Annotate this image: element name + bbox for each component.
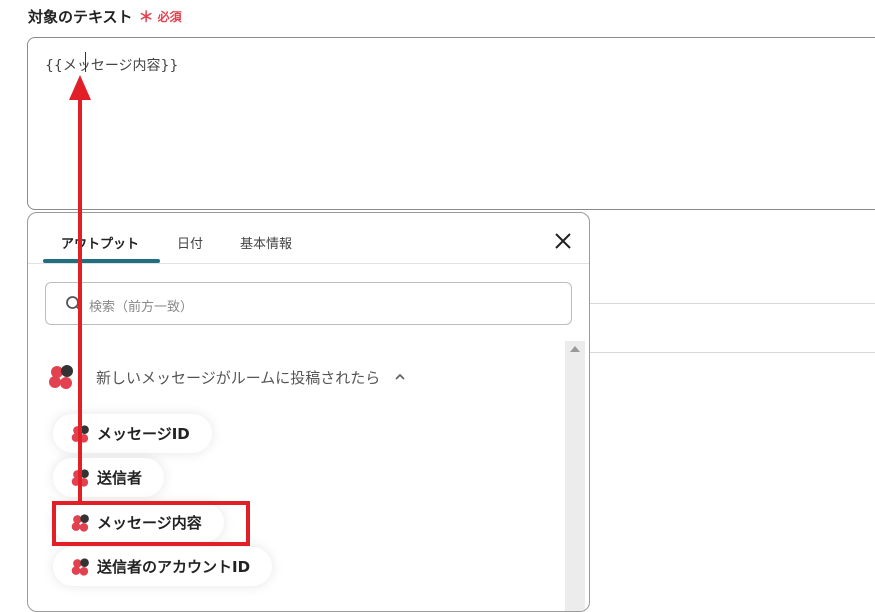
output-item-message-id[interactable]: メッセージID	[53, 414, 212, 453]
background-divider	[590, 352, 875, 353]
scroll-up-arrow-icon[interactable]	[570, 346, 580, 352]
search-placeholder: 検索（前方一致）	[89, 300, 194, 315]
scrollbar[interactable]	[565, 341, 585, 611]
required-text: 必須	[157, 10, 182, 24]
tab-date[interactable]: 日付	[177, 233, 203, 252]
search-input[interactable]: 検索（前方一致）	[45, 282, 572, 325]
required-mark: ＊	[138, 8, 154, 26]
field-label: 対象のテキスト ＊ 必須	[28, 6, 182, 27]
close-icon[interactable]	[554, 232, 572, 250]
output-item-sender-account-id[interactable]: 送信者のアカウントID	[53, 547, 273, 586]
tab-basic-info[interactable]: 基本情報	[240, 233, 292, 252]
target-text-value[interactable]: {{メッセージ内容}}	[45, 55, 178, 75]
chatwork-logo-icon	[71, 468, 89, 487]
background-divider	[590, 303, 875, 304]
output-group-title: 新しいメッセージがルームに投稿されたら	[96, 368, 381, 387]
chevron-up-icon[interactable]	[394, 371, 406, 383]
chatwork-logo-icon	[71, 424, 89, 443]
field-label-text: 対象のテキスト	[28, 8, 133, 26]
chatwork-logo-icon	[49, 365, 73, 389]
target-text-field[interactable]: {{メッセージ内容}}	[27, 37, 875, 210]
output-group-header[interactable]: 新しいメッセージがルームに投稿されたら	[48, 363, 406, 391]
tab-bar: アウトプット 日付 基本情報	[28, 213, 589, 264]
text-caret	[85, 52, 86, 72]
output-item-sender[interactable]: 送信者	[53, 458, 165, 497]
tab-output[interactable]: アウトプット	[61, 233, 139, 252]
chatwork-logo-icon	[71, 557, 89, 576]
annotation-highlight-box	[52, 501, 250, 546]
output-item-label: 送信者のアカウントID	[97, 558, 251, 576]
active-tab-indicator	[43, 259, 160, 263]
output-item-label: メッセージID	[97, 425, 190, 443]
search-icon	[66, 296, 82, 312]
output-item-label: 送信者	[97, 469, 143, 487]
